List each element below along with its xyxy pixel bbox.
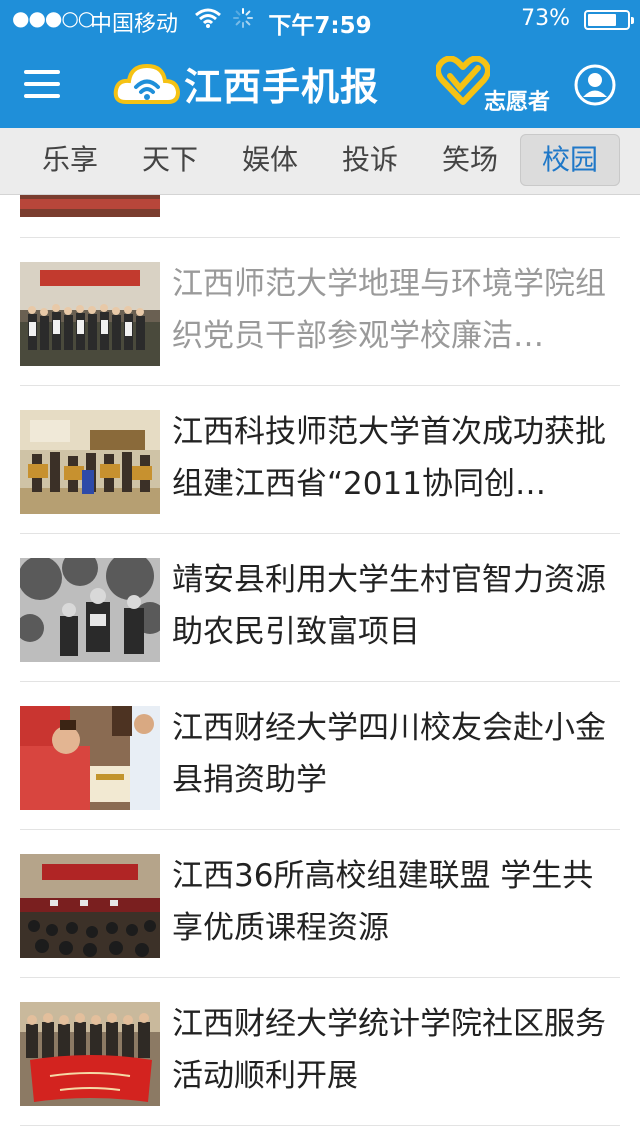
- app-name: 江西手机报: [184, 65, 380, 109]
- battery-percentage: 73%: [521, 6, 570, 31]
- conference-photo-thumbnail: [20, 854, 160, 958]
- tab-yuti[interactable]: 娱体: [220, 134, 320, 186]
- article-title: 江西财经大学统计学院社区服务活动顺利开展: [172, 1006, 606, 1094]
- tab-xiaoyuan[interactable]: 校园: [520, 134, 620, 186]
- list-item[interactable]: 江西财经大学四川校友会赴小金县捐资助学: [0, 682, 640, 830]
- list-item[interactable]: 江西财经大学统计学院社区服务活动顺利开展: [0, 978, 640, 1126]
- previous-article-thumbnail[interactable]: [20, 195, 160, 217]
- article-title: 江西36所高校组建联盟 学生共享优质课程资源: [172, 858, 594, 946]
- user-icon: [574, 64, 616, 106]
- list-item[interactable]: 靖安县利用大学生村官智力资源助农民引致富项目: [0, 534, 640, 682]
- status-bar: ●●●○○ 中国移动 下午7:59 73%: [0, 0, 640, 40]
- article-title: 江西师范大学地理与环境学院组织党员干部参观学校廉洁…: [172, 266, 606, 354]
- volunteer-label: 志愿者: [484, 90, 551, 115]
- donation-photo-thumbnail: [20, 706, 160, 810]
- list-item[interactable]: 江西科技师范大学首次成功获批组建江西省“2011协同创…: [0, 386, 640, 534]
- battery-icon: [584, 10, 634, 30]
- award-ceremony-photo-thumbnail: [20, 410, 160, 514]
- tab-tousu[interactable]: 投诉: [320, 134, 420, 186]
- list-item[interactable]: 江西36所高校组建联盟 学生共享优质课程资源: [0, 830, 640, 978]
- volunteer-group-photo-thumbnail: [20, 1002, 160, 1106]
- navigation-bar: 江西手机报 志愿者: [0, 40, 640, 128]
- orchard-photo-thumbnail: [20, 558, 160, 662]
- category-tabs: 乐享 天下 娱体 投诉 笑场 校园: [0, 128, 640, 195]
- app-logo: 江西手机报: [112, 52, 412, 116]
- tab-lexiang[interactable]: 乐享: [20, 134, 120, 186]
- group-photo-thumbnail: [20, 262, 160, 366]
- article-title: 江西科技师范大学首次成功获批组建江西省“2011协同创…: [172, 414, 606, 502]
- divider: [20, 1125, 620, 1126]
- volunteer-button[interactable]: 志愿者: [435, 55, 556, 116]
- menu-button[interactable]: [18, 62, 66, 106]
- heart-icon: [435, 55, 491, 110]
- list-item[interactable]: 江西师范大学地理与环境学院组织党员干部参观学校廉洁…: [0, 238, 640, 386]
- article-title: 靖安县利用大学生村官智力资源助农民引致富项目: [172, 562, 606, 650]
- tab-tianxia[interactable]: 天下: [120, 134, 220, 186]
- article-title: 江西财经大学四川校友会赴小金县捐资助学: [172, 710, 606, 798]
- tab-xiaochang[interactable]: 笑场: [420, 134, 520, 186]
- article-list[interactable]: 江西师范大学地理与环境学院组织党员干部参观学校廉洁… 江西科技师范大学首次成功获…: [0, 195, 640, 1136]
- app-header: ●●●○○ 中国移动 下午7:59 73% 江西手机报 志愿者: [0, 0, 640, 128]
- user-profile-button[interactable]: [574, 64, 616, 106]
- cloud-signal-logo-icon: [112, 54, 182, 118]
